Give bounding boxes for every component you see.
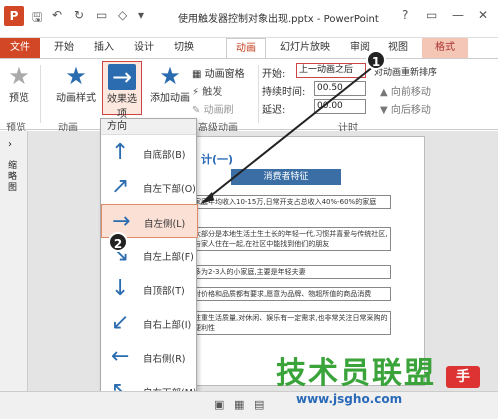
normal-view-icon[interactable]: ▣ [214, 398, 224, 411]
callout-1: 1 [366, 50, 386, 70]
watermark-url: www.jsgho.com [296, 392, 403, 406]
watermark-text: 技术员联盟 [276, 356, 436, 391]
sorter-view-icon[interactable]: ▦ [234, 398, 244, 411]
status-bar: ▣ ▦ ▤ [0, 391, 498, 419]
watermark-tag: 手 [446, 366, 480, 388]
reading-view-icon[interactable]: ▤ [254, 398, 264, 411]
arrowhead [200, 192, 214, 204]
callout-2: 2 [108, 232, 128, 252]
callout-line [207, 65, 375, 199]
